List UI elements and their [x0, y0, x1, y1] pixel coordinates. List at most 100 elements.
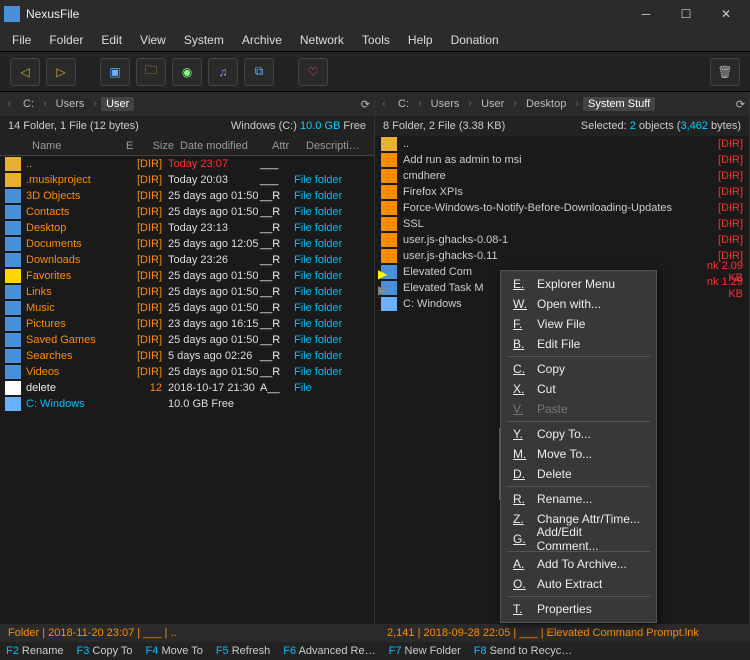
menu-folder[interactable]: Folder — [41, 31, 91, 49]
context-menu-item[interactable]: A.Add To Archive... — [501, 554, 656, 574]
col-date[interactable]: Date modified — [174, 140, 266, 152]
file-row[interactable]: user.js-ghacks-0.11 [DIR] — [375, 248, 749, 264]
crumb[interactable]: Desktop — [521, 97, 571, 111]
music-tool-button[interactable]: ♫ — [208, 58, 238, 86]
file-desc: File folder — [288, 302, 374, 314]
col-name[interactable]: Name — [26, 140, 126, 152]
file-attr: __R — [254, 318, 288, 330]
menu-tools[interactable]: Tools — [354, 31, 398, 49]
file-row[interactable]: user.js-ghacks-0.08-1 [DIR] — [375, 232, 749, 248]
archive-tool-button[interactable]: ⧉ — [244, 58, 274, 86]
col-desc[interactable]: Descripti… — [300, 140, 374, 152]
file-row[interactable]: Force-Windows-to-Notify-Before-Downloadi… — [375, 200, 749, 216]
maximize-button[interactable]: ☐ — [666, 0, 706, 28]
menu-edit[interactable]: Edit — [93, 31, 130, 49]
file-row[interactable]: Firefox XPIs [DIR] — [375, 184, 749, 200]
file-row[interactable]: Videos [DIR] 25 days ago 01:50 __R File … — [0, 364, 374, 380]
refresh-icon[interactable]: ⟳ — [736, 98, 745, 111]
left-header[interactable]: Name E Size Date modified Attr Descripti… — [0, 136, 374, 156]
menu-archive[interactable]: Archive — [234, 31, 290, 49]
file-row[interactable]: Downloads [DIR] Today 23:26 __R File fol… — [0, 252, 374, 268]
col-size[interactable]: Size — [138, 140, 174, 152]
file-row[interactable]: Saved Games [DIR] 25 days ago 01:50 __R … — [0, 332, 374, 348]
file-size: [DIR] — [126, 350, 162, 362]
file-row[interactable]: C: Windows 10.0 GB Free — [0, 396, 374, 412]
fn-button[interactable]: F4 Move To — [146, 645, 213, 657]
right-info: 2,141 | 2018-09-28 22:05 | ___ | Elevate… — [387, 627, 742, 639]
fn-button[interactable]: F7 New Folder — [389, 645, 471, 657]
trash-button[interactable]: 🗑 — [710, 58, 740, 86]
back-button[interactable]: ◁ — [10, 58, 40, 86]
menu-donation[interactable]: Donation — [443, 31, 507, 49]
file-row[interactable]: Documents [DIR] 25 days ago 12:05 __R Fi… — [0, 236, 374, 252]
context-menu-item[interactable]: W.Open with... — [501, 294, 656, 314]
left-pathbar[interactable]: ‹ C:› Users› User ⟳ — [0, 92, 374, 116]
fn-button[interactable]: F3 Copy To — [76, 645, 142, 657]
menu-label: Cut — [537, 382, 556, 396]
file-row[interactable]: .musikproject [DIR] Today 20:03 ___ File… — [0, 172, 374, 188]
file-row[interactable]: delete 12 2018-10-17 21:30 A__ File — [0, 380, 374, 396]
file-size: [DIR] — [126, 174, 162, 186]
menu-separator — [507, 421, 650, 422]
menu-file[interactable]: File — [4, 31, 39, 49]
fn-button[interactable]: F2 Rename — [6, 645, 73, 657]
col-attr[interactable]: Attr — [266, 140, 300, 152]
file-row[interactable]: Add run as admin to msi [DIR] — [375, 152, 749, 168]
file-row[interactable]: .. [DIR] Today 23:07 ___ — [0, 156, 374, 172]
menu-network[interactable]: Network — [292, 31, 352, 49]
context-menu-item[interactable]: T.Properties — [501, 599, 656, 619]
favorite-tool-button[interactable]: ♡ — [298, 58, 328, 86]
item-icon — [5, 253, 21, 267]
menu-key: F. — [513, 317, 527, 331]
menu-view[interactable]: View — [132, 31, 174, 49]
file-row[interactable]: .. [DIR] — [375, 136, 749, 152]
file-row[interactable]: Desktop [DIR] Today 23:13 __R File folde… — [0, 220, 374, 236]
file-row[interactable]: Favorites [DIR] 25 days ago 01:50 __R Fi… — [0, 268, 374, 284]
context-menu-item[interactable]: Y.Copy To... — [501, 424, 656, 444]
crumb-current[interactable]: User — [101, 97, 134, 111]
refresh-icon[interactable]: ⟳ — [361, 98, 370, 111]
minimize-button[interactable]: ─ — [626, 0, 666, 28]
file-row[interactable]: Pictures [DIR] 23 days ago 16:15 __R Fil… — [0, 316, 374, 332]
crumb[interactable]: C: — [393, 97, 414, 111]
context-menu-item[interactable]: X.Cut — [501, 379, 656, 399]
crumb[interactable]: C: — [18, 97, 39, 111]
menu-system[interactable]: System — [176, 31, 232, 49]
menu-separator — [507, 486, 650, 487]
file-row[interactable]: SSL [DIR] — [375, 216, 749, 232]
fn-button[interactable]: F8 Send to Recyc… — [474, 645, 582, 657]
file-row[interactable]: 3D Objects [DIR] 25 days ago 01:50 __R F… — [0, 188, 374, 204]
fn-button[interactable]: F6 Advanced Re… — [283, 645, 385, 657]
context-menu-item[interactable]: G.Add/Edit Comment... — [501, 529, 656, 549]
left-filelist[interactable]: .. [DIR] Today 23:07 ___ .musikproject [… — [0, 156, 374, 624]
col-e[interactable]: E — [126, 140, 138, 152]
file-attr: __R — [254, 238, 288, 250]
file-row[interactable]: Links [DIR] 25 days ago 01:50 __R File f… — [0, 284, 374, 300]
context-menu-item[interactable]: M.Move To... — [501, 444, 656, 464]
crumb-current[interactable]: System Stuff — [583, 97, 655, 111]
context-menu-item[interactable]: R.Rename... — [501, 489, 656, 509]
file-row[interactable]: Contacts [DIR] 25 days ago 01:50 __R Fil… — [0, 204, 374, 220]
crumb[interactable]: Users — [51, 97, 90, 111]
context-menu-item[interactable]: D.Delete — [501, 464, 656, 484]
forward-button[interactable]: ▷ — [46, 58, 76, 86]
context-menu-item[interactable]: F.View File — [501, 314, 656, 334]
folder-tool-button[interactable]: 🗀 — [136, 58, 166, 86]
context-menu-item[interactable]: O.Auto Extract — [501, 574, 656, 594]
file-row[interactable]: cmdhere [DIR] — [375, 168, 749, 184]
fn-button[interactable]: F5 Refresh — [216, 645, 280, 657]
crumb[interactable]: User — [476, 97, 509, 111]
right-pathbar[interactable]: ‹ C:› Users› User› Desktop› System Stuff… — [375, 92, 749, 116]
file-row[interactable]: Searches [DIR] 5 days ago 02:26 __R File… — [0, 348, 374, 364]
context-menu-item[interactable]: C.Copy — [501, 359, 656, 379]
context-menu-item[interactable]: B.Edit File — [501, 334, 656, 354]
window-tool-button[interactable]: ▣ — [100, 58, 130, 86]
file-size: [DIR] — [705, 234, 749, 246]
camera-tool-button[interactable]: ◉ — [172, 58, 202, 86]
crumb[interactable]: Users — [426, 97, 465, 111]
context-menu-item[interactable]: E.Explorer Menu — [501, 274, 656, 294]
file-row[interactable]: Music [DIR] 25 days ago 01:50 __R File f… — [0, 300, 374, 316]
file-name: Searches — [26, 350, 126, 362]
menu-help[interactable]: Help — [400, 31, 441, 49]
close-button[interactable]: ✕ — [706, 0, 746, 28]
